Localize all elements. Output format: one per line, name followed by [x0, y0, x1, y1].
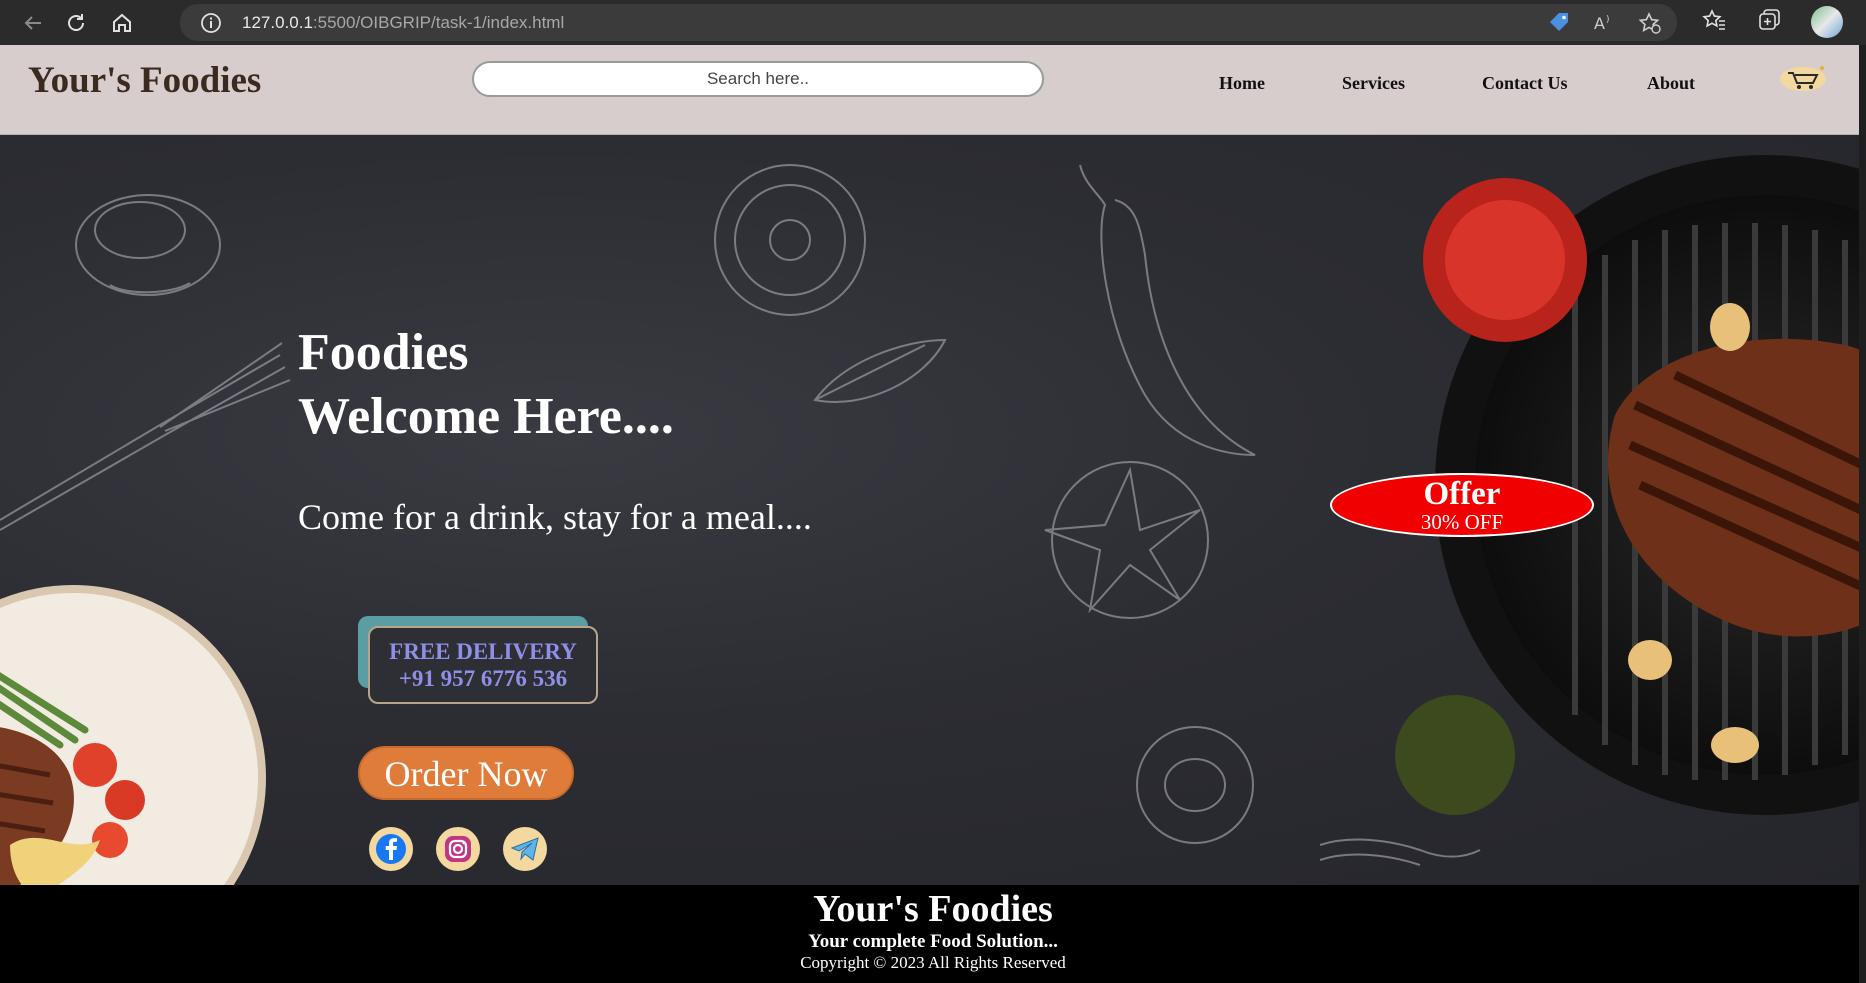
nav-link-home[interactable]: Home	[1219, 73, 1265, 94]
hero-title-line-1: Foodies	[298, 324, 469, 381]
svg-text:): )	[1606, 15, 1610, 25]
site-brand[interactable]: Your's Foodies	[28, 59, 261, 102]
instagram-icon[interactable]	[436, 827, 480, 871]
nav-link-services[interactable]: Services	[1342, 73, 1405, 94]
page-scrollbar[interactable]	[1859, 45, 1866, 983]
search-input[interactable]	[472, 61, 1044, 97]
hero-title-line-2: Welcome Here....	[298, 388, 674, 445]
cart-icon[interactable]	[1778, 63, 1828, 93]
tag-icon[interactable]	[1548, 12, 1572, 39]
telegram-icon[interactable]	[503, 827, 547, 871]
footer-title: Your's Foodies	[813, 888, 1053, 930]
url-text[interactable]: 127.0.0.1:5500/OIBGRIP/task-1/index.html	[242, 13, 564, 33]
facebook-icon[interactable]	[369, 827, 413, 871]
delivery-label: FREE DELIVERY	[389, 639, 577, 664]
info-icon[interactable]	[200, 12, 222, 39]
footer-copyright: Copyright © 2023 All Rights Reserved	[800, 953, 1066, 972]
profile-avatar[interactable]	[1811, 6, 1843, 38]
home-icon[interactable]	[107, 8, 137, 38]
order-now-button[interactable]: Order Now	[358, 746, 574, 800]
hero-subtitle: Come for a drink, stay for a meal....	[298, 497, 812, 537]
offer-title: Offer	[1423, 476, 1501, 512]
offer-badge[interactable]: Offer 30% OFF	[1330, 473, 1594, 537]
url-host: 127.0.0.1	[242, 13, 313, 32]
web-page: Your's Foodies Home Services Contact Us …	[0, 45, 1866, 983]
browser-toolbar: 127.0.0.1:5500/OIBGRIP/task-1/index.html…	[0, 0, 1866, 45]
hero-section: Foodies Welcome Here.... Come for a drin…	[0, 135, 1866, 885]
svg-text:A: A	[1594, 14, 1605, 33]
favorites-icon[interactable]	[1702, 8, 1726, 37]
address-bar[interactable]: 127.0.0.1:5500/OIBGRIP/task-1/index.html…	[180, 4, 1677, 41]
free-delivery-badge: FREE DELIVERY +91 957 6776 536	[368, 626, 598, 704]
url-path: :5500/OIBGRIP/task-1/index.html	[312, 13, 565, 32]
collections-icon[interactable]	[1758, 8, 1782, 37]
site-navbar: Your's Foodies Home Services Contact Us …	[0, 45, 1859, 135]
delivery-phone[interactable]: +91 957 6776 536	[370, 665, 596, 692]
back-icon[interactable]	[18, 8, 48, 38]
site-footer: Your's Foodies Your complete Food Soluti…	[0, 885, 1866, 983]
nav-link-contact-us[interactable]: Contact Us	[1482, 73, 1568, 94]
footer-tagline: Your complete Food Solution...	[808, 931, 1058, 952]
steak-and-pasta-illustration	[0, 672, 145, 885]
favorite-add-icon[interactable]	[1638, 12, 1662, 39]
hero-title: Foodies Welcome Here....	[298, 321, 674, 449]
offer-discount: 30% OFF	[1420, 510, 1504, 534]
read-aloud-icon[interactable]: A)	[1593, 12, 1617, 39]
refresh-icon[interactable]	[61, 8, 91, 38]
nav-link-about[interactable]: About	[1647, 73, 1695, 94]
